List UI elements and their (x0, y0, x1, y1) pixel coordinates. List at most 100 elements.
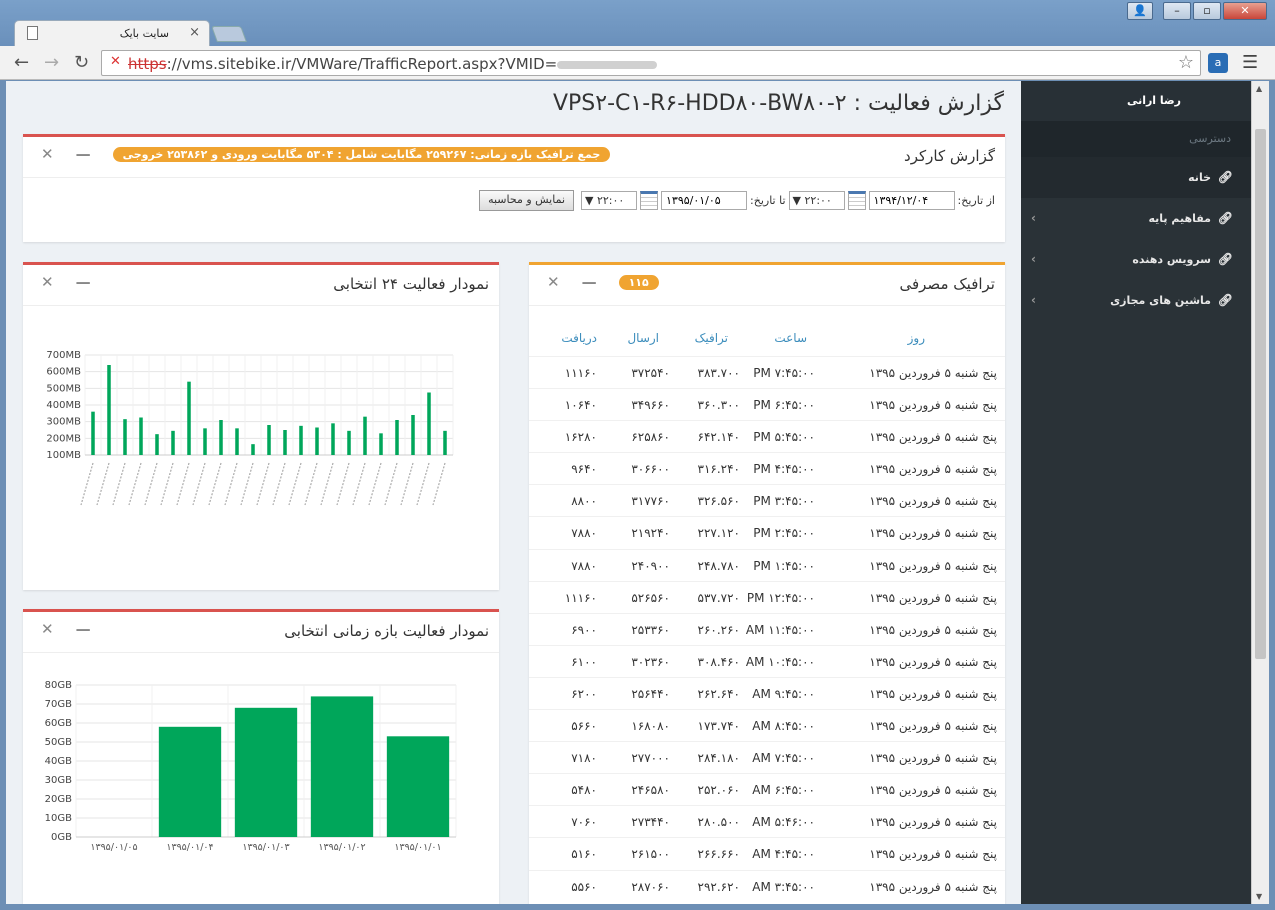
bar (203, 428, 207, 455)
bar (283, 430, 287, 455)
bar (235, 428, 239, 455)
col-traffic[interactable]: ترافیک (695, 331, 728, 345)
reload-icon[interactable]: ↻ (74, 52, 89, 73)
cell-day: پنج شنبه ۵ فروردین ۱۳۹۵ (869, 847, 997, 862)
cell-time: PM ۵:۴۵:۰۰ (753, 430, 815, 445)
close-icon[interactable]: ✕ (41, 273, 54, 291)
bookmark-star-icon[interactable]: ☆ (1178, 52, 1194, 73)
cell-send: ۲۵۶۴۴۰ (631, 686, 670, 701)
cell-time: PM ۲:۴۵:۰۰ (753, 526, 815, 541)
y-tick-label: 80GB (45, 680, 72, 691)
traffic-table: روز ساعت ترافیک ارسال دریافت پنج شنبه ۵ … (529, 309, 1005, 902)
close-icon[interactable]: ✕ (41, 145, 54, 163)
cell-traffic: ۲۹۲.۶۲۰ (697, 879, 741, 894)
sidebar-item-vms[interactable]: 🔗︎ ماشین های مجازی › (1021, 280, 1251, 321)
cell-day: پنج شنبه ۵ فروردین ۱۳۹۵ (869, 815, 997, 830)
maximize-button[interactable]: ▫ (1193, 2, 1221, 20)
sidebar-item-servers[interactable]: 🔗︎ سرویس دهنده › (1021, 239, 1251, 280)
minimize-icon[interactable]: — (582, 273, 597, 291)
link-icon: 🔗︎ (1217, 211, 1233, 225)
cell-day: پنج شنبه ۵ فروردین ۱۳۹۵ (869, 654, 997, 669)
col-recv[interactable]: دریافت (561, 331, 597, 345)
scrollbar-thumb[interactable] (1255, 129, 1266, 659)
minimize-icon[interactable]: — (76, 620, 91, 638)
cell-send: ۵۲۶۵۶۰ (631, 590, 670, 605)
cell-traffic: ۳۸۳.۷۰۰ (697, 366, 741, 380)
bar (155, 434, 159, 455)
browser-tab[interactable]: سایت بایک × (14, 20, 210, 46)
from-time-select[interactable]: ▼ ۲۲:۰۰ (788, 191, 845, 210)
to-date-input[interactable] (661, 191, 748, 210)
calendar-icon[interactable] (640, 191, 659, 210)
show-calculate-button[interactable]: نمایش و محاسبه (479, 190, 575, 211)
sidebar-item-home[interactable]: 🔗︎ خانه (1021, 157, 1251, 198)
date-filter-row: از تاریخ: ▼ ۲۲:۰۰ تا تاریخ: ▼ ۲۲:۰۰ نمای… (479, 190, 995, 211)
insecure-lock-icon: ✕ (110, 54, 121, 69)
cell-recv: ۶۹۰۰ (571, 622, 597, 637)
cell-day: پنج شنبه ۵ فروردین ۱۳۹۵ (869, 719, 997, 734)
page-scrollbar[interactable]: ▲ ▼ (1251, 81, 1269, 904)
scroll-up-icon[interactable]: ▲ (1256, 84, 1262, 93)
close-window-button[interactable]: ✕ (1223, 2, 1267, 20)
cell-traffic: ۲۸۴.۱۸۰ (697, 751, 741, 766)
to-time-select[interactable]: ▼ ۲۲:۰۰ (581, 191, 638, 210)
close-icon[interactable]: ✕ (547, 273, 560, 291)
cell-traffic: ۳۱۶.۲۴۰ (697, 462, 741, 477)
close-icon[interactable]: ✕ (41, 620, 54, 638)
y-tick-label: 0GB (51, 832, 72, 843)
cell-traffic: ۱۷۳.۷۴۰ (697, 719, 741, 734)
col-day[interactable]: روز (908, 331, 925, 345)
col-time[interactable]: ساعت (774, 331, 807, 345)
browser-toolbar: ← → ↻ ✕ https://vms.sitebike.ir/VMWare/T… (0, 46, 1275, 80)
col-send[interactable]: ارسال (627, 331, 659, 345)
bar (411, 415, 415, 455)
y-tick-label: 300MB (46, 417, 81, 428)
tab-close-icon[interactable]: × (189, 25, 200, 40)
y-tick-label: 30GB (45, 775, 72, 786)
cell-traffic: ۲۶۶.۶۶۰ (697, 847, 741, 862)
address-bar[interactable]: ✕ https://vms.sitebike.ir/VMWare/Traffic… (101, 50, 1201, 76)
back-arrow-icon[interactable]: ← (14, 52, 29, 73)
calendar-icon[interactable] (847, 191, 866, 210)
window-controls: 👤 – ▫ ✕ (1127, 2, 1267, 20)
bar (363, 416, 367, 455)
traffic-panel: ترافیک مصرفی ✕ — ۱۱۵ روز ساعت ترافیک ارس… (529, 262, 1005, 904)
minimize-icon[interactable]: — (76, 145, 91, 163)
cell-day: پنج شنبه ۵ فروردین ۱۳۹۵ (869, 590, 997, 605)
cell-send: ۲۵۳۳۶۰ (631, 622, 670, 637)
table-row: پنج شنبه ۵ فروردین ۱۳۹۵ AM ۱۰:۴۵:۰۰ ۳۰۸.۴۶… (529, 644, 1005, 677)
bar (267, 425, 271, 455)
x-tick-label: ۱۳۹۵/۰۱/۰۲ (318, 842, 365, 853)
scroll-down-icon[interactable]: ▼ (1256, 892, 1262, 901)
range-chart-svg: 0GB 10GB 20GB 30GB 40GB 50GB 60GB 70GB 80GB ۱۳۹۵/… (45, 680, 457, 853)
minimize-icon[interactable]: — (76, 273, 91, 291)
x-tick-label (432, 462, 446, 506)
from-date-input[interactable] (868, 191, 955, 210)
minimize-button[interactable]: – (1163, 2, 1191, 20)
page-viewport: گزارش فعالیت : VPS۲-C۱-R۶-HDD۸۰-BW۸۰-۲ گ… (6, 81, 1269, 904)
y-tick-label: 50GB (45, 737, 72, 748)
x-tick-label (368, 462, 382, 506)
cell-time: PM ۱۲:۴۵:۰۰ (746, 590, 815, 605)
x-tick-label: ۱۳۹۵/۰۱/۰۳ (242, 842, 289, 853)
cell-send: ۲۶۱۵۰۰ (631, 847, 670, 862)
cell-time: PM ۱:۴۵:۰۰ (753, 558, 815, 573)
user-icon[interactable]: 👤 (1127, 2, 1153, 20)
new-tab-button[interactable] (211, 26, 247, 42)
x-tick-label (400, 462, 414, 506)
y-tick-label: 200MB (46, 433, 81, 444)
sidebar-item-basics[interactable]: 🔗︎ مفاهیم پایه › (1021, 198, 1251, 239)
x-tick-label: ۱۳۹۵/۰۱/۰۱ (394, 842, 441, 853)
page-title: گزارش فعالیت : VPS۲-C۱-R۶-HDD۸۰-BW۸۰-۲ (552, 91, 1004, 116)
cell-traffic: ۲۸۰.۵۰۰ (697, 815, 741, 830)
chart24-title: نمودار فعالیت ۲۴ انتخابی (333, 275, 489, 293)
forward-arrow-icon[interactable]: → (44, 52, 59, 73)
extension-icon[interactable]: a (1208, 53, 1228, 73)
tab-title: سایت بایک (119, 27, 169, 40)
chart24-panel: نمودار فعالیت ۲۴ انتخابی ✕ — 100MB 200MB 3… (23, 262, 499, 590)
hamburger-menu-icon[interactable]: ☰ (1242, 52, 1258, 73)
x-tick-label (128, 462, 142, 506)
cell-time: PM ۶:۴۵:۰۰ (753, 398, 815, 413)
report-panel: گزارش کارکرد ✕ — جمع ترافیک بازه زمانی: … (23, 134, 1005, 242)
x-tick-label (224, 462, 238, 506)
